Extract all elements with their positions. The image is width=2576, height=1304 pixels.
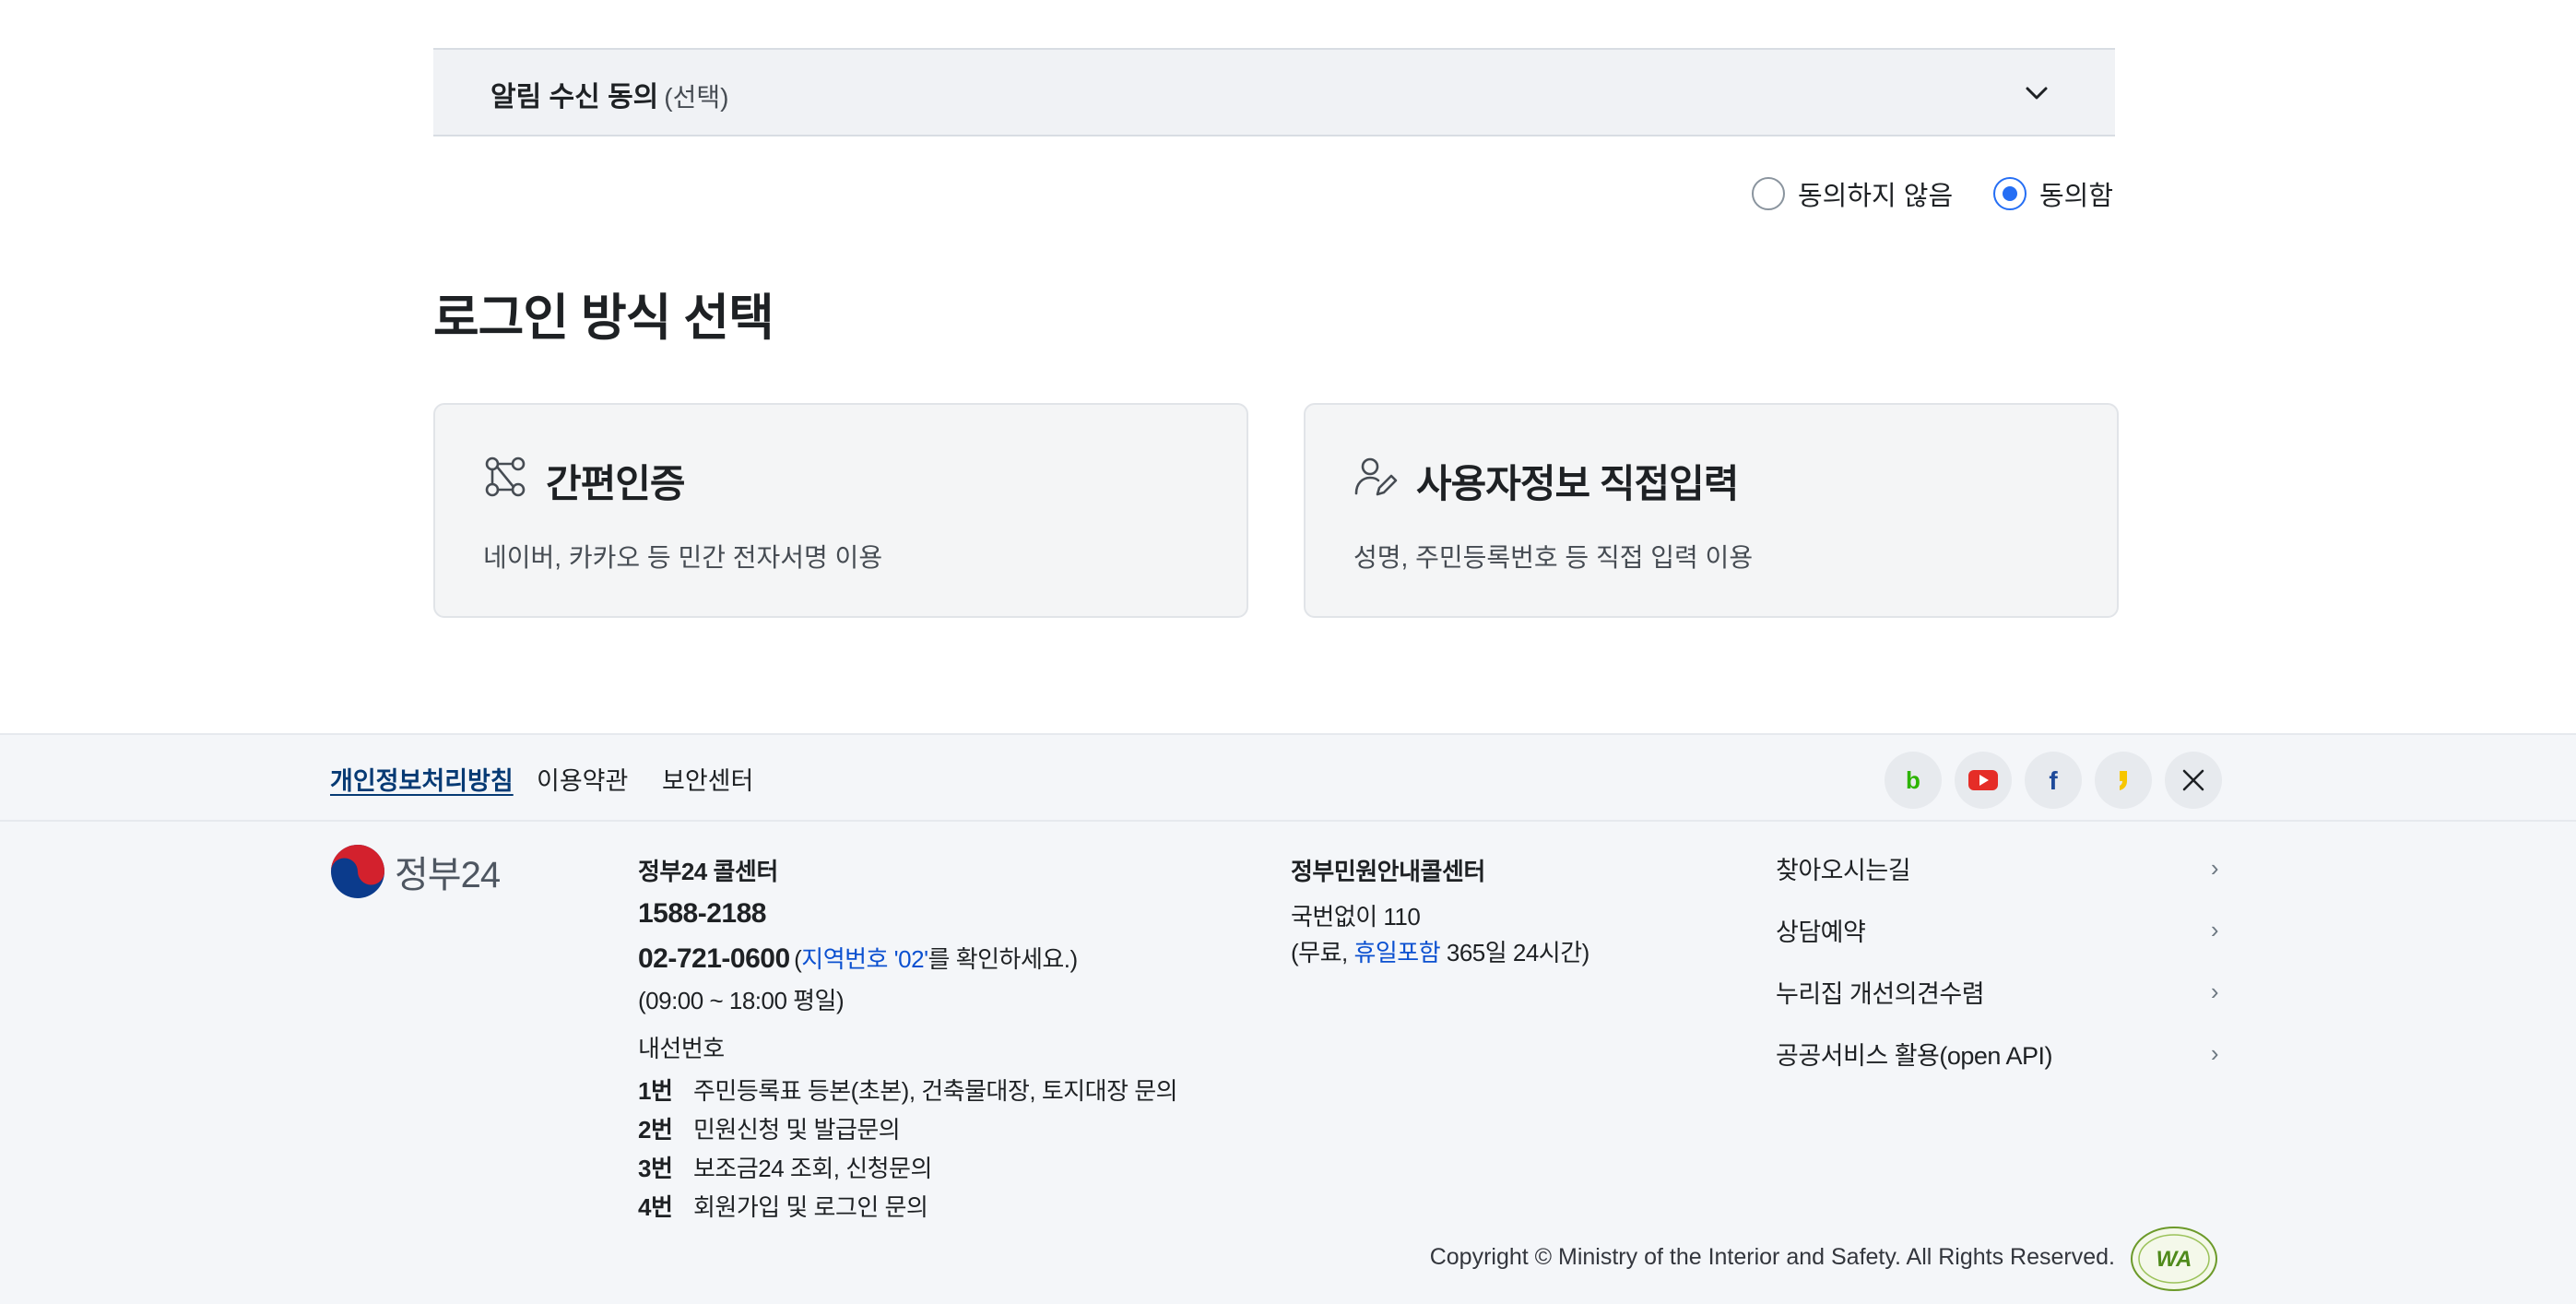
youtube-glyph — [1968, 770, 1998, 790]
gov24-logo[interactable]: 정부24 — [330, 844, 501, 899]
callcenter-hours: (09:00 ~ 18:00 평일) — [638, 987, 845, 1014]
extension-row: 1번 주민등록표 등본(초본), 건축물대장, 토지대장 문의 — [638, 1073, 1178, 1107]
card-title: 간편인증 — [546, 462, 686, 505]
gov-note-highlight: 휴일포함 — [1353, 939, 1441, 966]
phone2-note-rest: 를 확인하세요.) — [928, 945, 1079, 973]
card-description: 성명, 주민등록번호 등 직접 입력 이용 — [1353, 543, 1754, 572]
quicklink-feedback[interactable]: 누리집 개선의견수렴 › — [1776, 973, 2219, 1010]
extension-text: 보조금24 조회, 신청문의 — [693, 1155, 932, 1182]
radio-disagree[interactable]: 동의하지 않음 — [1752, 173, 1953, 214]
kakao-story-icon[interactable] — [2095, 752, 2152, 809]
gov-note-rest: 365일 24시간) — [1440, 939, 1589, 966]
radio-circle[interactable] — [1993, 177, 2027, 210]
chevron-right-icon: › — [2210, 1038, 2219, 1067]
radio-circle[interactable] — [1752, 177, 1785, 210]
extension-text: 민원신청 및 발급문의 — [693, 1116, 901, 1144]
extension-row: 4번 회원가입 및 로그인 문의 — [638, 1189, 928, 1223]
logo-text: 정부24 — [395, 855, 501, 895]
user-edit-icon — [1354, 457, 1398, 496]
footer-link-bar: 개인정보처리방침 이용약관 보안센터 b f — [0, 735, 2576, 822]
blog-icon[interactable]: b — [1885, 752, 1942, 809]
accordion-title-text: 알림 수신 동의 — [490, 82, 659, 113]
youtube-icon[interactable] — [1955, 752, 2012, 809]
quicklink-open-api[interactable]: 공공서비스 활용(open API) › — [1776, 1035, 2219, 1072]
card-direct-input[interactable]: 사용자정보 직접입력 성명, 주민등록번호 등 직접 입력 이용 — [1304, 403, 2119, 618]
gov-callcenter-phone: 국번없이 110 — [1291, 903, 1421, 931]
blog-glyph: b — [1906, 766, 1920, 794]
quicklink-label: 누리집 개선의견수렴 — [1776, 979, 1985, 1008]
simple-auth-icon — [485, 456, 526, 497]
facebook-icon[interactable]: f — [2025, 752, 2082, 809]
phone2-note-highlight: 지역번호 '02' — [801, 945, 928, 973]
svg-text:f: f — [2049, 766, 2058, 794]
optional-label: (선택) — [664, 83, 729, 112]
quicklink-label: 찾아오시는길 — [1776, 856, 1911, 884]
radio-agree[interactable]: 동의함 — [1993, 173, 2113, 214]
gov-callcenter-note: (무료, 휴일포함 365일 24시간) — [1291, 934, 1589, 968]
extension-number: 1번 — [638, 1077, 673, 1105]
wa-mark-text: WA — [2157, 1247, 2192, 1272]
terms-link[interactable]: 이용약관 — [537, 761, 628, 797]
x-glyph — [2182, 769, 2204, 791]
quicklink-consultation[interactable]: 상담예약 › — [1776, 911, 2219, 948]
extension-text: 주민등록표 등본(초본), 건축물대장, 토지대장 문의 — [693, 1077, 1178, 1105]
web-accessibility-mark-icon[interactable]: WA — [2130, 1226, 2218, 1292]
extension-row: 2번 민원신청 및 발급문의 — [638, 1111, 901, 1145]
gov-note-open: (무료, — [1291, 939, 1354, 966]
radio-label: 동의함 — [2039, 182, 2114, 211]
extension-number: 4번 — [638, 1193, 673, 1221]
security-center-link[interactable]: 보안센터 — [662, 761, 753, 797]
privacy-policy-link[interactable]: 개인정보처리방침 — [330, 761, 514, 797]
kakao-story-glyph — [2120, 771, 2127, 790]
radio-label: 동의하지 않음 — [1798, 182, 1954, 211]
page-title: 로그인 방식 선택 — [433, 290, 774, 346]
quicklink-directions[interactable]: 찾아오시는길 › — [1776, 849, 2219, 886]
chevron-right-icon: › — [2210, 853, 2219, 882]
extension-text: 회원가입 및 로그인 문의 — [693, 1193, 928, 1221]
quicklink-label: 상담예약 — [1776, 918, 1866, 946]
callcenter-phone2: 02-721-0600 — [638, 943, 790, 974]
card-description: 네이버, 카카오 등 민간 전자서명 이용 — [483, 543, 883, 572]
facebook-glyph: f — [2049, 766, 2058, 794]
copyright: Copyright © Ministry of the Interior and… — [1429, 1244, 2115, 1270]
callcenter-title: 정부24 콜센터 — [638, 858, 778, 885]
card-simple-auth[interactable]: 간편인증 네이버, 카카오 등 민간 전자서명 이용 — [433, 403, 1248, 618]
extension-number: 2번 — [638, 1116, 673, 1144]
consent-accordion-header[interactable]: 알림 수신 동의 (선택) — [433, 48, 2115, 136]
callcenter-phone2-line: 02-721-0600 (지역번호 '02'를 확인하세요.) — [638, 941, 1078, 975]
extension-title: 내선번호 — [638, 1035, 725, 1062]
svg-text:b: b — [1906, 766, 1920, 794]
card-title: 사용자정보 직접입력 — [1416, 462, 1739, 505]
quicklink-label: 공공서비스 활용(open API) — [1776, 1041, 2052, 1070]
x-icon[interactable] — [2165, 752, 2222, 809]
chevron-right-icon: › — [2210, 915, 2219, 943]
extension-number: 3번 — [638, 1155, 673, 1182]
footer: 개인정보처리방침 이용약관 보안센터 b f 정부24 정부24 콜센터 158… — [0, 733, 2576, 1304]
chevron-down-icon[interactable] — [2023, 79, 2050, 107]
accordion-title: 알림 수신 동의 (선택) — [490, 74, 728, 114]
gov-callcenter-title: 정부민원안내콜센터 — [1291, 858, 1485, 885]
taegeuk-icon — [331, 845, 384, 898]
extension-row: 3번 보조금24 조회, 신청문의 — [638, 1150, 932, 1184]
chevron-right-icon: › — [2210, 977, 2219, 1005]
callcenter-phone1: 1588-2188 — [638, 898, 766, 929]
